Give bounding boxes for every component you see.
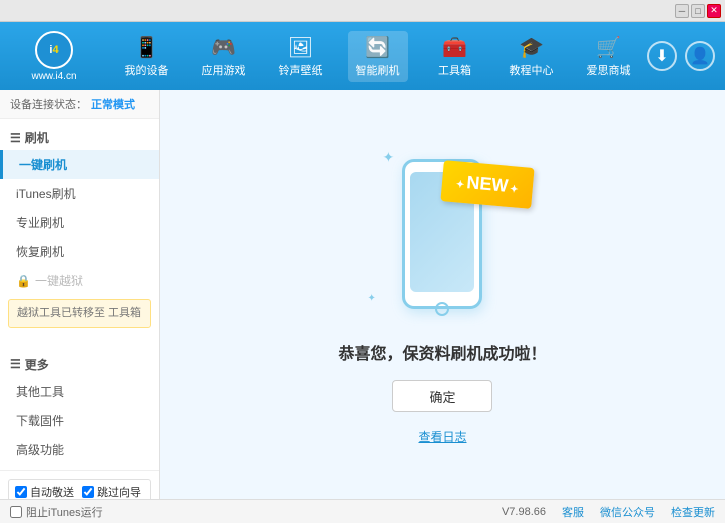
one-key-flash-label: 一键刷机 xyxy=(19,156,67,173)
stop-itunes-label: 阻止iTunes运行 xyxy=(26,504,103,520)
nav-items: 📱 我的设备 🎮 应用游戏 🖼 铃声壁纸 🔄 智能刷机 🧰 工具箱 🎓 教程中心… xyxy=(108,31,647,82)
skip-wizard-label: 跳过向导 xyxy=(97,484,141,500)
content-area: ✦ ✦ ✦ NEW 恭喜您，保资料刷机成功啦！ 确定 查看日志 xyxy=(160,90,725,499)
nav-item-wallpaper[interactable]: 🖼 铃声壁纸 xyxy=(271,31,331,82)
pro-flash-label: 专业刷机 xyxy=(16,214,64,231)
more-section-icon: ☰ xyxy=(10,357,21,371)
nav-item-toolbox[interactable]: 🧰 工具箱 xyxy=(425,31,485,82)
auto-redirect-checkbox[interactable] xyxy=(15,486,27,498)
nav-label-apps: 应用游戏 xyxy=(202,62,246,78)
sidebar-item-itunes-flash[interactable]: iTunes刷机 xyxy=(0,179,159,208)
top-nav: i4 www.i4.cn 📱 我的设备 🎮 应用游戏 🖼 铃声壁纸 🔄 智能刷机… xyxy=(0,22,725,90)
logo-text: www.i4.cn xyxy=(31,71,76,82)
success-card: ✦ ✦ ✦ NEW 恭喜您，保资料刷机成功啦！ 确定 查看日志 xyxy=(338,144,546,445)
recovery-flash-label: 恢复刷机 xyxy=(16,243,64,260)
advanced-label: 高级功能 xyxy=(16,441,64,458)
itunes-flash-label: iTunes刷机 xyxy=(16,185,76,202)
log-link[interactable]: 查看日志 xyxy=(418,428,466,445)
nav-item-tutorial[interactable]: 🎓 教程中心 xyxy=(502,31,562,82)
sidebar-item-other-tools[interactable]: 其他工具 xyxy=(0,377,159,406)
device-status-bar: 设备连接状态： 正常模式 xyxy=(0,90,159,119)
more-section-header: ☰ 更多 xyxy=(0,352,159,377)
nav-item-smart-flash[interactable]: 🔄 智能刷机 xyxy=(348,31,408,82)
wallpaper-icon: 🖼 xyxy=(288,35,313,60)
auto-redirect-label: 自动敬送 xyxy=(30,484,74,500)
sidebar-item-jailbreak: 🔒 一键越狱 xyxy=(0,266,159,295)
sparkle-3: ✦ xyxy=(367,293,375,304)
phone-illustration: ✦ ✦ ✦ NEW xyxy=(362,144,522,324)
stop-itunes-checkbox[interactable] xyxy=(10,506,22,518)
bottom-bar: 阻止iTunes运行 V7.98.66 客服 微信公众号 检查更新 xyxy=(0,499,725,523)
shop-icon: 🛒 xyxy=(596,35,621,60)
download-button[interactable]: ⬇ xyxy=(647,41,677,71)
flash-section: ☰ 刷机 一键刷机 iTunes刷机 专业刷机 恢复刷机 🔒 一键越狱 越狱工具… xyxy=(0,119,159,338)
nav-label-shop: 爱思商城 xyxy=(587,62,631,78)
sidebar-item-pro-flash[interactable]: 专业刷机 xyxy=(0,208,159,237)
flash-section-icon: ☰ xyxy=(10,131,21,145)
toolbox-icon: 🧰 xyxy=(442,35,467,60)
sidebar-item-advanced[interactable]: 高级功能 xyxy=(0,435,159,464)
logo-area[interactable]: i4 www.i4.cn xyxy=(10,31,98,82)
minimize-button[interactable]: ─ xyxy=(675,4,689,18)
nav-item-my-device[interactable]: 📱 我的设备 xyxy=(117,31,177,82)
skip-wizard-checkbox[interactable] xyxy=(82,486,94,498)
nav-label-my-device: 我的设备 xyxy=(125,62,169,78)
flash-section-header: ☰ 刷机 xyxy=(0,125,159,150)
title-bar: ─ □ ✕ xyxy=(0,0,725,22)
nav-right: ⬇ 👤 xyxy=(647,41,715,71)
main-area: 设备连接状态： 正常模式 ☰ 刷机 一键刷机 iTunes刷机 专业刷机 恢复刷… xyxy=(0,90,725,499)
phone-home-btn xyxy=(435,302,449,316)
nav-label-toolbox: 工具箱 xyxy=(438,62,471,78)
success-text: 恭喜您，保资料刷机成功啦！ xyxy=(338,340,546,364)
close-button[interactable]: ✕ xyxy=(707,4,721,18)
nav-item-shop[interactable]: 🛒 爱思商城 xyxy=(579,31,639,82)
my-device-icon: 📱 xyxy=(134,35,159,60)
tutorial-icon: 🎓 xyxy=(519,35,544,60)
wechat-link[interactable]: 微信公众号 xyxy=(600,504,655,520)
apps-icon: 🎮 xyxy=(211,35,236,60)
sidebar-bottom: 自动敬送 跳过向导 📱 iPhone 12 mini 64GB Down-12m… xyxy=(0,470,159,500)
logo-icon: i4 xyxy=(35,31,73,69)
confirm-button[interactable]: 确定 xyxy=(392,380,492,412)
new-badge: NEW xyxy=(440,160,534,209)
bottom-left: 阻止iTunes运行 xyxy=(10,504,502,520)
user-button[interactable]: 👤 xyxy=(685,41,715,71)
nav-label-tutorial: 教程中心 xyxy=(510,62,554,78)
check-update-link[interactable]: 检查更新 xyxy=(671,504,715,520)
sidebar-item-one-key-flash[interactable]: 一键刷机 xyxy=(0,150,159,179)
bottom-right: V7.98.66 客服 微信公众号 检查更新 xyxy=(502,504,715,520)
other-tools-label: 其他工具 xyxy=(16,383,64,400)
maximize-button[interactable]: □ xyxy=(691,4,705,18)
nav-label-wallpaper: 铃声壁纸 xyxy=(279,62,323,78)
jailbreak-label: 一键越狱 xyxy=(35,272,83,289)
status-value: 正常模式 xyxy=(91,96,135,112)
version-label: V7.98.66 xyxy=(502,506,546,518)
skip-wizard-checkbox-label[interactable]: 跳过向导 xyxy=(82,484,141,500)
checkbox-row: 自动敬送 跳过向导 xyxy=(8,479,151,500)
auto-redirect-checkbox-label[interactable]: 自动敬送 xyxy=(15,484,74,500)
more-section: ☰ 更多 其他工具 下载固件 高级功能 xyxy=(0,346,159,470)
nav-item-apps[interactable]: 🎮 应用游戏 xyxy=(194,31,254,82)
sparkle-1: ✦ xyxy=(382,149,394,166)
sidebar-item-download-firmware[interactable]: 下载固件 xyxy=(0,406,159,435)
status-label: 设备连接状态： xyxy=(10,96,87,112)
nav-label-smart-flash: 智能刷机 xyxy=(356,62,400,78)
download-firmware-label: 下载固件 xyxy=(16,412,64,429)
warning-box: 越狱工具已转移至 工具箱 xyxy=(8,299,151,328)
sidebar-item-recovery-flash[interactable]: 恢复刷机 xyxy=(0,237,159,266)
sidebar: 设备连接状态： 正常模式 ☰ 刷机 一键刷机 iTunes刷机 专业刷机 恢复刷… xyxy=(0,90,160,499)
customer-service-link[interactable]: 客服 xyxy=(562,504,584,520)
smart-flash-icon: 🔄 xyxy=(365,35,390,60)
